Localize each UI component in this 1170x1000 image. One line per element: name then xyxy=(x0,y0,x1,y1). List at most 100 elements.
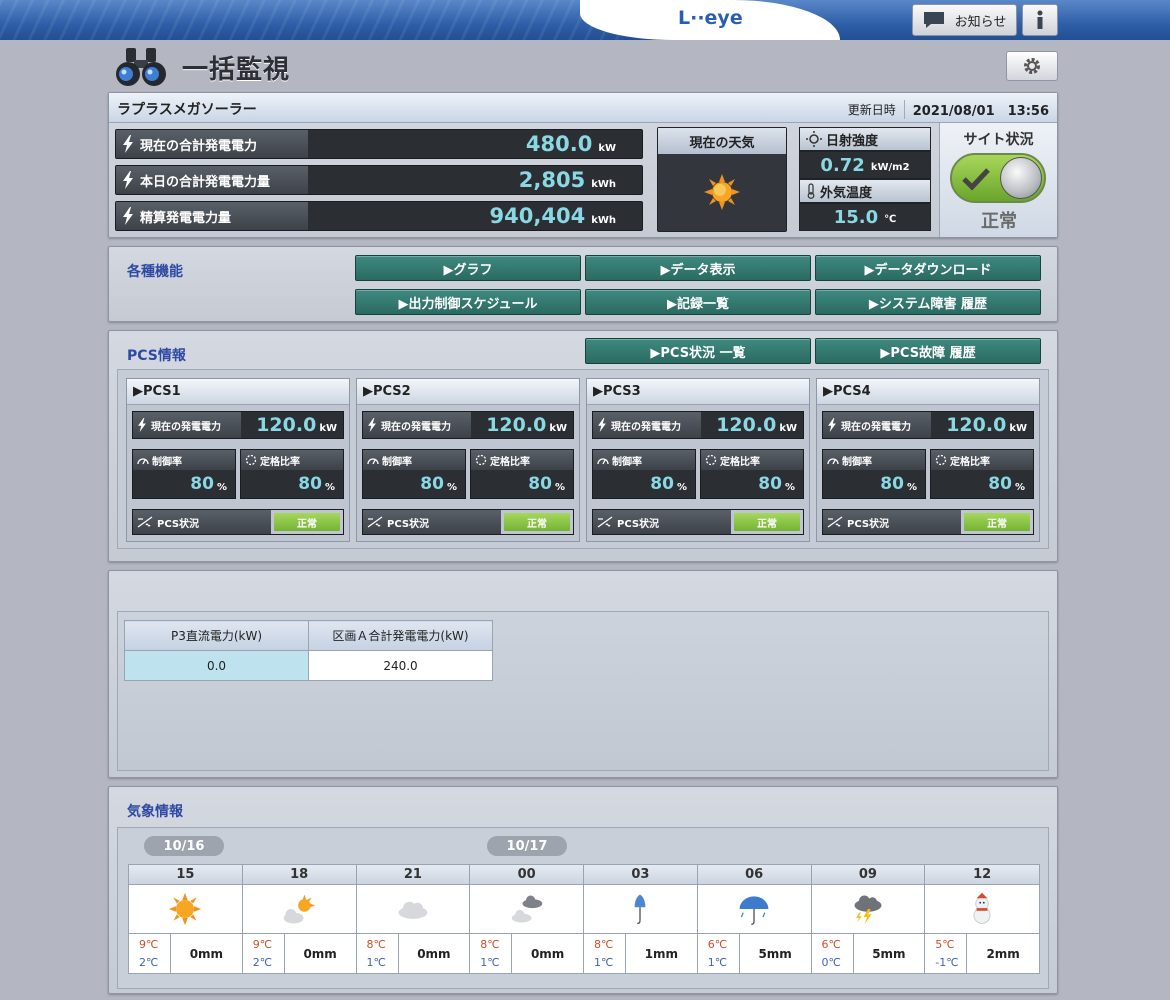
dotted-circle-icon xyxy=(935,454,947,466)
pcs-name[interactable]: ▶PCS4 xyxy=(817,379,1039,405)
forecast-hour: 12 xyxy=(925,865,1039,885)
forecast-column: 15 9℃ 2℃ 0mm xyxy=(129,865,243,973)
total-energy-unit: kWh xyxy=(591,214,616,226)
current-weather: 現在の天気 xyxy=(657,127,787,232)
pcs-status-label: PCS状況 xyxy=(157,518,200,530)
pcs-power-value: 120.0 xyxy=(946,414,1007,436)
pcs-name[interactable]: ▶PCS2 xyxy=(357,379,579,405)
update-time: 更新日時 2021/08/01 13:56 xyxy=(848,100,1049,119)
info-button[interactable] xyxy=(1022,4,1058,36)
pcs-status-badge: 正常 xyxy=(274,513,340,531)
pcs-rated-label: 定格比率 xyxy=(950,456,990,468)
pcs-control-value: 80 xyxy=(650,474,674,494)
umbrella-rain-icon xyxy=(739,896,769,925)
forecast-column: 03 8℃ 1℃ 1mm xyxy=(584,865,698,973)
pcs-rated-unit: % xyxy=(554,481,565,493)
pcs-rated-value: 80 xyxy=(298,474,322,494)
irradiance-value: 0.72 xyxy=(820,154,865,176)
temp-high: 8℃ xyxy=(366,937,386,951)
pcs-power-value: 120.0 xyxy=(486,414,547,436)
pcs-status-badge: 正常 xyxy=(504,513,570,531)
pcs-control-label: 制御率 xyxy=(152,456,182,468)
check-icon xyxy=(962,168,990,191)
forecast-hour: 06 xyxy=(697,865,811,885)
data-display-button[interactable]: ▶データ表示 xyxy=(585,255,811,281)
pcs-control-unit: % xyxy=(446,481,457,493)
pcs-rated-label: 定格比率 xyxy=(260,456,300,468)
pcs-name[interactable]: ▶PCS3 xyxy=(587,379,809,405)
pcs-control-unit: % xyxy=(676,481,687,493)
temp-high: 6℃ xyxy=(821,937,841,951)
functions-title: 各種機能 xyxy=(127,264,183,280)
pcs-rated-value: 80 xyxy=(758,474,782,494)
rainfall: 5mm xyxy=(758,946,792,961)
rainfall: 0mm xyxy=(189,946,224,961)
output-schedule-button[interactable]: ▶出力制御スケジュール xyxy=(355,289,581,315)
pcs-control-value: 80 xyxy=(880,474,904,494)
inverter-icon xyxy=(137,516,153,528)
pcs-fault-history-button[interactable]: ▶PCS故障 履歴 xyxy=(815,338,1041,364)
app-logo: L··eye xyxy=(678,7,743,29)
table-cell: 240.0 xyxy=(308,650,493,681)
total-energy-value: 940,404 xyxy=(489,204,586,228)
pcs-rated-label: 定格比率 xyxy=(490,456,530,468)
pcs-control-label: 制御率 xyxy=(612,456,642,468)
gauge-icon xyxy=(827,458,839,465)
rainfall: 0mm xyxy=(530,946,565,961)
top-bar: L··eye お知らせ xyxy=(0,0,1170,40)
current-power-label: 現在の合計発電電力 xyxy=(140,138,258,154)
pcs-title: PCS情報 xyxy=(127,348,186,364)
record-list-button[interactable]: ▶記録一覧 xyxy=(585,289,811,315)
graph-button[interactable]: ▶グラフ xyxy=(355,255,581,281)
pcs-status-list-button[interactable]: ▶PCS状況 一覧 xyxy=(585,338,811,364)
update-label: 更新日時 xyxy=(847,103,896,117)
pcs-power-label: 現在の発電電力 xyxy=(611,421,681,433)
table-header: P3直流電力(kW) xyxy=(124,620,309,651)
pcs-rated-unit: % xyxy=(784,481,795,493)
pcs-status-badge: 正常 xyxy=(964,513,1030,531)
date-tag: 10/16 xyxy=(144,836,224,856)
today-energy-value: 2,805 xyxy=(518,168,586,192)
notice-button[interactable]: お知らせ xyxy=(912,4,1017,36)
data-area: P3直流電力(kW) 区画Ａ合計発電電力(kW) 0.0 240.0 xyxy=(117,611,1049,771)
pcs-list: ▶PCS1 現在の発電電力 120.0 kW 制御率 80% 定格比率 80% PCS状… xyxy=(117,369,1049,549)
gauge-icon xyxy=(597,458,609,465)
forecast-column: 06 6℃ 1℃ 5mm xyxy=(697,865,812,973)
temp-low: 0℃ xyxy=(821,955,841,969)
pcs-rated-value: 80 xyxy=(988,474,1012,494)
rainfall: 1mm xyxy=(644,946,679,961)
temp-high: 5℃ xyxy=(935,937,955,951)
pcs-name[interactable]: ▶PCS1 xyxy=(127,379,349,405)
pcs-card: ▶PCS1 現在の発電電力 120.0 kW 制御率 80% 定格比率 80% PCS状… xyxy=(126,378,350,542)
forecast-hour: 15 xyxy=(129,865,242,885)
functions-panel: 各種機能 ▶グラフ ▶データ表示 ▶データダウンロード ▶出力制御スケジュール … xyxy=(108,246,1058,322)
inverter-icon xyxy=(367,516,383,528)
pcs-control-unit: % xyxy=(216,481,227,493)
site-status-label: サイト状況 xyxy=(963,132,1034,148)
table-header: 区画Ａ合計発電電力(kW) xyxy=(308,620,493,651)
pcs-power-unit: kW xyxy=(549,422,567,434)
pcs-power-unit: kW xyxy=(1009,422,1027,434)
forecast-hour: 03 xyxy=(584,865,697,885)
outdoor-temp-label: 外気温度 xyxy=(820,185,873,201)
today-energy-unit: kWh xyxy=(591,178,616,190)
header-decoration xyxy=(0,0,620,40)
pcs-control-label: 制御率 xyxy=(842,456,872,468)
page-header: 一括監視 xyxy=(112,46,290,88)
data-download-button[interactable]: ▶データダウンロード xyxy=(815,255,1041,281)
dotted-circle-icon xyxy=(705,454,717,466)
temp-low: 1℃ xyxy=(594,955,614,969)
inverter-icon xyxy=(827,516,843,528)
rainfall: 2mm xyxy=(986,946,1020,961)
pcs-power-label: 現在の発電電力 xyxy=(151,421,221,433)
system-fault-history-button[interactable]: ▶システム障害 履歴 xyxy=(815,289,1041,315)
temp-low: 1℃ xyxy=(707,955,728,969)
site-status: サイト状況 正常 xyxy=(939,123,1057,237)
date-tag: 10/17 xyxy=(487,836,567,856)
temp-low: 1℃ xyxy=(366,955,386,969)
pcs-status-badge: 正常 xyxy=(734,513,800,531)
forecast-column: 21 8℃ 1℃ 0mm xyxy=(356,865,471,973)
binoculars-icon xyxy=(116,48,166,86)
site-name: ラプラスメガソーラー xyxy=(117,102,257,118)
settings-button[interactable] xyxy=(1006,51,1058,81)
